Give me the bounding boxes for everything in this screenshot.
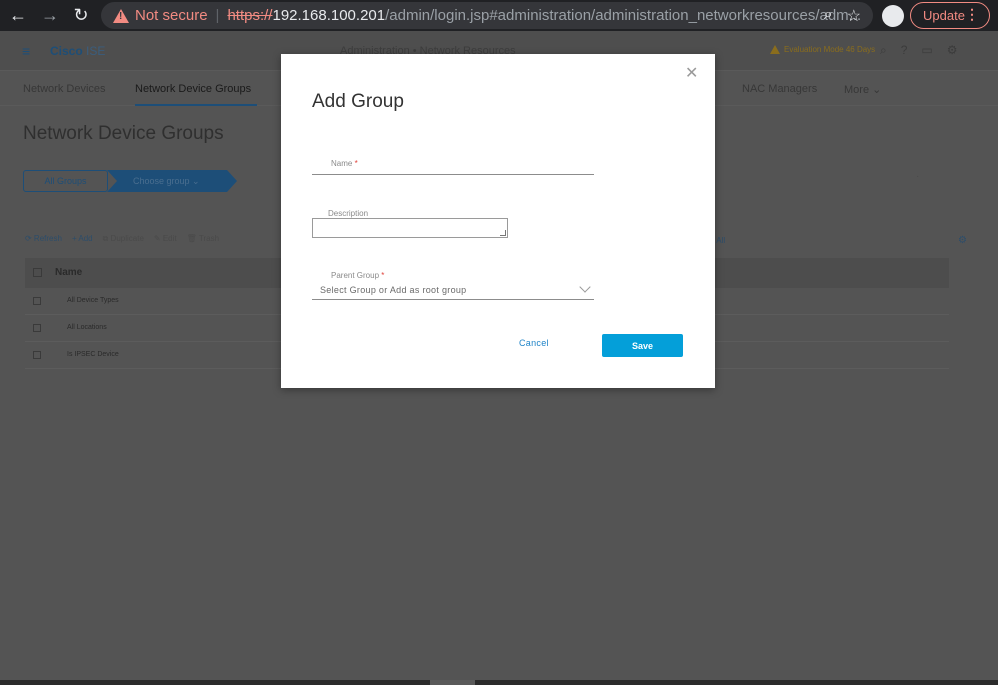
required-mark: *	[381, 271, 385, 280]
description-field-label: Description	[328, 209, 369, 218]
reload-icon[interactable]: ↻	[67, 0, 95, 31]
taskbar-item[interactable]	[430, 680, 475, 685]
settings-gear-icon[interactable]: ⚙	[947, 43, 958, 58]
add-button[interactable]: + Add	[72, 234, 93, 244]
all-groups-button[interactable]: All Groups	[23, 170, 108, 192]
address-separator: |	[215, 7, 220, 24]
close-icon[interactable]: ✕	[685, 66, 698, 82]
name-field-label: Name *	[331, 159, 358, 168]
not-secure-label[interactable]: Not secure	[135, 7, 208, 24]
grid-toolbar: ⟳ Refresh + Add ⧉ Duplicate ✎ Edit 🗑 Tra…	[25, 234, 219, 244]
row-name[interactable]: All Locations	[67, 324, 107, 331]
chevron-down-icon[interactable]	[579, 281, 591, 293]
url-path: /admin/login.jsp#administration/administ…	[385, 7, 862, 24]
back-arrow-icon[interactable]: ←	[4, 0, 32, 31]
tab-network-devices[interactable]: Network Devices	[23, 83, 106, 95]
select-all-checkbox[interactable]	[33, 268, 42, 277]
warning-icon	[113, 8, 129, 23]
tab-nac-managers[interactable]: NAC Managers	[742, 83, 817, 95]
profile-avatar[interactable]	[882, 5, 904, 27]
parent-group-underline	[312, 299, 594, 300]
url-scheme: https://	[227, 7, 273, 24]
address-bar[interactable]: Not secure | https:// 192.168.100.201 /a…	[101, 2, 873, 29]
resize-grip-icon[interactable]	[500, 230, 506, 236]
update-label: Update	[923, 8, 965, 23]
name-input[interactable]	[312, 174, 594, 175]
duplicate-button[interactable]: ⧉ Duplicate	[103, 234, 144, 244]
dashboard-icon[interactable]: ▭	[921, 43, 932, 58]
page-title: Network Device Groups	[23, 123, 224, 144]
bookmark-star-icon[interactable]: ☆	[847, 6, 861, 26]
dialog-title: Add Group	[312, 91, 404, 112]
choose-group-dropdown[interactable]: Choose group ⌄	[107, 170, 237, 192]
zoom-icon[interactable]: ⌕	[824, 6, 833, 26]
url-host: 192.168.100.201	[272, 7, 386, 24]
grid-settings-icon[interactable]: ⚙	[958, 235, 967, 246]
name-column-header[interactable]: Name	[55, 267, 82, 278]
tab-more[interactable]: More ⌄	[844, 83, 881, 96]
row-checkbox[interactable]	[33, 324, 41, 332]
search-icon[interactable]: ⌕	[880, 43, 887, 58]
warning-triangle-icon	[770, 45, 780, 54]
edit-button[interactable]: ✎ Edit	[154, 234, 177, 244]
update-button[interactable]: Update ⋮	[910, 2, 990, 29]
more-indicator: ·	[916, 171, 920, 182]
cancel-button[interactable]: Cancel	[519, 338, 549, 348]
required-mark: *	[354, 159, 358, 168]
brand-logo: Cisco ISE	[50, 44, 106, 58]
description-textarea[interactable]	[312, 218, 508, 238]
row-checkbox[interactable]	[33, 351, 41, 359]
evaluation-warning-text: Evaluation Mode 46 Days	[784, 45, 876, 54]
add-group-dialog: ✕ Add Group Name * Description Parent Gr…	[281, 54, 715, 388]
refresh-button[interactable]: ⟳ Refresh	[25, 234, 62, 244]
kebab-menu-icon: ⋮	[965, 6, 979, 22]
evaluation-warning[interactable]: Evaluation Mode 46 Days	[770, 45, 875, 54]
active-tab-indicator	[135, 104, 257, 106]
parent-group-select[interactable]: Select Group or Add as root group	[320, 285, 466, 295]
parent-group-label: Parent Group *	[331, 271, 385, 280]
help-icon[interactable]: ?	[901, 43, 908, 58]
taskbar-strip	[0, 680, 998, 685]
hamburger-menu-icon[interactable]: ≡	[22, 43, 30, 59]
forward-arrow-icon[interactable]: →	[36, 0, 64, 31]
row-name[interactable]: All Device Types	[67, 297, 119, 304]
tab-network-device-groups[interactable]: Network Device Groups	[135, 83, 251, 95]
row-name[interactable]: Is IPSEC Device	[67, 351, 119, 358]
row-checkbox[interactable]	[33, 297, 41, 305]
trash-button[interactable]: 🗑 Trash	[187, 234, 219, 244]
browser-toolbar: ← → ↻ Not secure | https:// 192.168.100.…	[0, 0, 998, 31]
save-button[interactable]: Save	[602, 334, 683, 357]
